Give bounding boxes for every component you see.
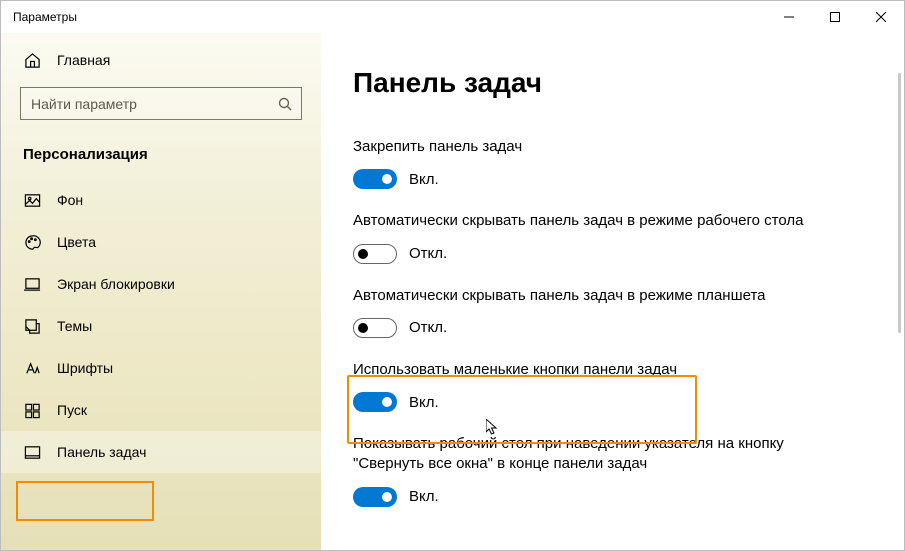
lock-screen-icon (23, 275, 41, 293)
toggle-state: Вкл. (409, 488, 439, 505)
home-link[interactable]: Главная (1, 41, 321, 79)
setting-peek-desktop: Показывать рабочий стол при наведении ук… (353, 434, 888, 507)
sidebar-item-themes[interactable]: Темы (1, 305, 321, 347)
home-label: Главная (57, 52, 110, 68)
sidebar: Главная Персонализация Фон (1, 33, 321, 550)
toggle-state: Откл. (409, 319, 447, 336)
sidebar-item-start[interactable]: Пуск (1, 389, 321, 431)
maximize-button[interactable] (812, 1, 858, 33)
setting-label: Закрепить панель задач (353, 137, 858, 157)
setting-autohide-tablet: Автоматически скрывать панель задач в ре… (353, 286, 888, 338)
sidebar-item-label: Темы (57, 318, 92, 334)
maximize-icon (830, 12, 840, 22)
setting-label: Автоматически скрывать панель задач в ре… (353, 286, 858, 306)
toggle-small-buttons[interactable] (353, 392, 397, 412)
setting-label: Показывать рабочий стол при наведении ук… (353, 434, 858, 475)
nav-list: Фон Цвета Экран блокировки Темы (1, 173, 321, 477)
window-title: Параметры (13, 10, 77, 24)
search-input[interactable] (20, 87, 302, 120)
sidebar-item-label: Цвета (57, 234, 96, 250)
sidebar-item-colors[interactable]: Цвета (1, 221, 321, 263)
category-heading: Персонализация (1, 136, 321, 173)
scrollbar[interactable] (898, 73, 901, 333)
sidebar-item-fonts[interactable]: Шрифты (1, 347, 321, 389)
sidebar-item-lockscreen[interactable]: Экран блокировки (1, 263, 321, 305)
main-content: Панель задач Закрепить панель задач Вкл.… (321, 33, 904, 550)
setting-label: Использовать маленькие кнопки панели зад… (353, 360, 858, 380)
close-icon (876, 12, 886, 22)
sidebar-item-background[interactable]: Фон (1, 179, 321, 221)
themes-icon (23, 317, 41, 335)
sidebar-item-label: Шрифты (57, 360, 113, 376)
toggle-autohide-tablet[interactable] (353, 318, 397, 338)
sidebar-item-label: Экран блокировки (57, 276, 175, 292)
titlebar: Параметры (1, 1, 904, 33)
toggle-state: Откл. (409, 245, 447, 262)
palette-icon (23, 233, 41, 251)
toggle-autohide-desktop[interactable] (353, 244, 397, 264)
settings-window: Параметры Главная (0, 0, 905, 551)
setting-lock-taskbar: Закрепить панель задач Вкл. (353, 137, 888, 189)
setting-autohide-desktop: Автоматически скрывать панель задач в ре… (353, 211, 888, 263)
taskbar-icon (23, 443, 41, 461)
sidebar-item-label: Панель задач (57, 444, 146, 460)
toggle-state: Вкл. (409, 394, 439, 411)
close-button[interactable] (858, 1, 904, 33)
toggle-lock-taskbar[interactable] (353, 169, 397, 189)
setting-label: Автоматически скрывать панель задач в ре… (353, 211, 858, 231)
minimize-button[interactable] (766, 1, 812, 33)
toggle-state: Вкл. (409, 171, 439, 188)
page-title: Панель задач (353, 67, 888, 99)
setting-small-buttons: Использовать маленькие кнопки панели зад… (353, 360, 888, 412)
fonts-icon (23, 359, 41, 377)
sidebar-item-label: Фон (57, 192, 83, 208)
home-icon (23, 51, 41, 69)
minimize-icon (784, 12, 794, 22)
sidebar-item-taskbar[interactable]: Панель задач (1, 431, 321, 473)
start-icon (23, 401, 41, 419)
toggle-peek-desktop[interactable] (353, 487, 397, 507)
image-icon (23, 191, 41, 209)
sidebar-item-label: Пуск (57, 402, 87, 418)
